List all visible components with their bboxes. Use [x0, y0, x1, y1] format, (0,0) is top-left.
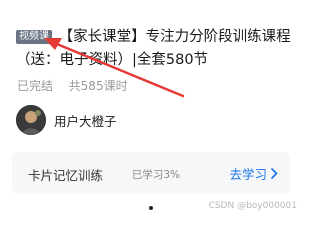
progress-card[interactable]: 卡片记忆训练 已学习3% 去学习: [12, 152, 290, 194]
course-card-page: 视频课 【家长课堂】专注力分阶段训练课程（送：电子资料）|全套580节 已完结 …: [0, 0, 301, 213]
course-meta: 已完结 共585课时: [17, 77, 128, 94]
go-study-label: 去学习: [229, 167, 267, 182]
progress-card-label: 卡片记忆训练: [28, 168, 104, 183]
avatar[interactable]: [16, 105, 46, 135]
page-indicator-dot: [149, 206, 153, 210]
course-title-block[interactable]: 视频课 【家长课堂】专注力分阶段训练课程（送：电子资料）|全套580节: [16, 26, 294, 72]
chevron-right-icon: [271, 168, 278, 179]
avatar-image: [16, 105, 46, 135]
author-name[interactable]: 用户大橙子: [54, 111, 117, 130]
go-study-button[interactable]: 去学习: [229, 164, 278, 183]
course-status: 已完结: [17, 79, 54, 93]
lesson-count: 共585课时: [68, 79, 128, 93]
progress-text: 已学习3%: [131, 169, 180, 181]
course-title[interactable]: 【家长课堂】专注力分阶段训练课程（送：电子资料）|全套580节: [16, 29, 291, 68]
author-row[interactable]: 用户大橙子: [16, 105, 117, 135]
watermark: CSDN @boy000001: [208, 201, 297, 211]
video-course-badge: 视频课: [16, 30, 52, 44]
